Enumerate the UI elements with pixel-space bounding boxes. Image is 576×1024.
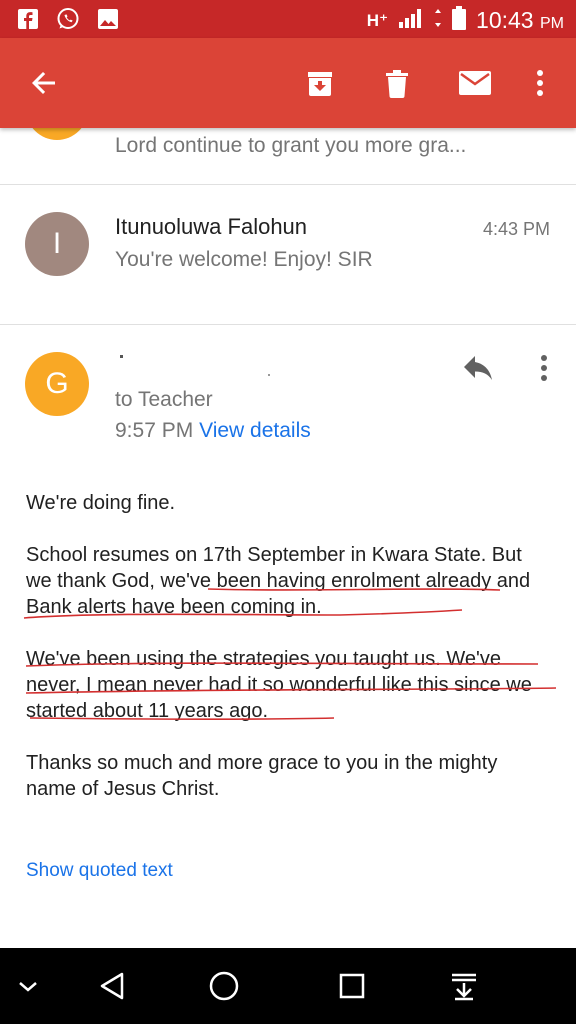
more-options-button[interactable] [522,65,558,101]
status-bar: H⁺ 10:43 PM [0,0,576,38]
circle-home-icon [209,971,239,1001]
home-button[interactable] [206,968,242,1004]
back-button[interactable] [26,65,62,101]
delete-button[interactable] [379,65,415,101]
hide-keyboard-button[interactable] [10,968,46,1004]
toolbar [0,38,576,128]
chevron-down-icon [19,982,37,992]
triangle-back-icon [100,972,124,1000]
back-arrow-icon [32,72,55,94]
handwritten-underlines [23,588,557,720]
trash-icon [386,70,408,98]
clock: 10:43 PM [476,7,564,33]
facebook-icon [16,7,40,31]
mark-unread-button[interactable] [455,65,495,101]
navigation-bar [0,948,576,1024]
battery-icon [452,6,467,35]
network-type: H⁺ [366,10,389,30]
data-arrows-icon [434,7,442,34]
pull-down-icon [452,973,476,1001]
back-nav-button[interactable] [94,968,130,1004]
recent-apps-button[interactable] [334,968,370,1004]
conversation-view[interactable]: Lord continue to grant you more gra... I… [0,128,576,948]
archive-button[interactable] [302,65,338,101]
whatsapp-icon [56,7,80,31]
image-icon [96,7,120,31]
show-quoted-text-link[interactable]: Show quoted text [26,860,173,882]
signal-icon [398,7,424,34]
archive-icon [308,72,332,96]
more-vert-icon [537,70,543,96]
mail-icon [459,71,491,95]
notification-shade-button[interactable] [446,968,482,1004]
square-recents-icon [339,973,365,999]
